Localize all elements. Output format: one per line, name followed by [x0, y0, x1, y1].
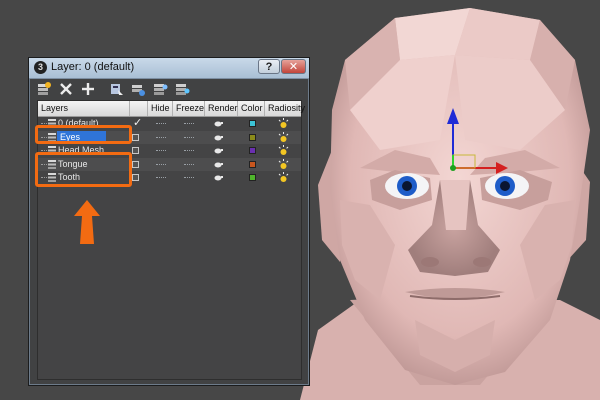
layer-toolbar: [33, 80, 305, 98]
freeze-all-layers-button[interactable]: [173, 80, 191, 98]
add-to-layer-icon: [82, 83, 94, 95]
hide-all-layers-icon: [154, 84, 168, 95]
window-title: Layer: 0 (default): [51, 61, 135, 73]
hide-all-layers-button[interactable]: [151, 80, 169, 98]
render-teapot-icon[interactable]: [214, 161, 223, 168]
freeze-toggle[interactable]: [184, 123, 194, 124]
radiosity-icon[interactable]: [278, 145, 289, 156]
add-to-layer-button[interactable]: [79, 80, 97, 98]
column-hide[interactable]: Hide: [148, 101, 173, 116]
render-teapot-icon[interactable]: [214, 174, 223, 181]
radiosity-icon[interactable]: [278, 118, 289, 129]
layer-color-swatch[interactable]: [249, 174, 256, 182]
radiosity-icon[interactable]: [278, 131, 289, 143]
hide-toggle[interactable]: [156, 123, 166, 124]
layer-color-swatch[interactable]: [249, 120, 256, 127]
column-color[interactable]: Color: [238, 101, 265, 116]
render-teapot-icon[interactable]: [214, 134, 223, 141]
select-in-layer-button[interactable]: [107, 80, 125, 98]
annotation-arrow-icon: [74, 200, 100, 244]
set-current-checkbox[interactable]: [132, 160, 139, 168]
column-render[interactable]: Render: [205, 101, 238, 116]
active-layer-check-icon[interactable]: ✓: [133, 116, 142, 129]
column-layers[interactable]: Layers: [38, 101, 130, 116]
render-teapot-icon[interactable]: [214, 147, 223, 154]
freeze-toggle[interactable]: [184, 163, 194, 165]
hide-toggle[interactable]: [156, 150, 166, 152]
set-current-checkbox[interactable]: [132, 174, 139, 182]
freeze-toggle[interactable]: [184, 136, 194, 138]
layer-manager-window: 3 Layer: 0 (default) ? ✕ Layers Hide Fre…: [28, 57, 310, 386]
set-current-checkbox[interactable]: [132, 133, 139, 141]
freeze-toggle[interactable]: [184, 177, 194, 179]
create-layer-icon: [38, 82, 51, 95]
close-button[interactable]: ✕: [281, 59, 306, 74]
layer-color-swatch[interactable]: [249, 160, 256, 168]
create-layer-button[interactable]: [35, 80, 53, 98]
freeze-toggle[interactable]: [184, 150, 194, 152]
radiosity-icon[interactable]: [278, 172, 289, 183]
delete-layer-button[interactable]: [57, 80, 75, 98]
highlight-box-eyes: [35, 125, 132, 144]
layer-color-swatch[interactable]: [249, 133, 256, 141]
render-teapot-icon[interactable]: [214, 120, 223, 127]
highlight-layer-icon: [132, 85, 145, 96]
highlight-box-tongue-tooth: [35, 152, 132, 187]
select-in-layer-icon: [111, 84, 123, 95]
radiosity-icon[interactable]: [278, 158, 289, 170]
highlight-layer-button[interactable]: [129, 80, 147, 98]
help-button[interactable]: ?: [258, 59, 280, 74]
column-current[interactable]: [130, 101, 148, 116]
hide-toggle[interactable]: [156, 177, 166, 179]
column-freeze[interactable]: Freeze: [173, 101, 205, 116]
hide-toggle[interactable]: [156, 136, 166, 138]
hide-toggle[interactable]: [156, 163, 166, 165]
column-radiosity[interactable]: Radiosity: [265, 101, 305, 116]
freeze-all-layers-icon: [176, 84, 190, 95]
column-header: Layers Hide Freeze Render Color Radiosit…: [38, 101, 305, 117]
delete-layer-icon: [60, 83, 72, 95]
app-logo-icon: 3: [34, 61, 47, 74]
window-titlebar[interactable]: 3 Layer: 0 (default) ? ✕: [29, 58, 309, 79]
set-current-checkbox[interactable]: [132, 147, 139, 155]
layer-color-swatch[interactable]: [249, 147, 256, 155]
